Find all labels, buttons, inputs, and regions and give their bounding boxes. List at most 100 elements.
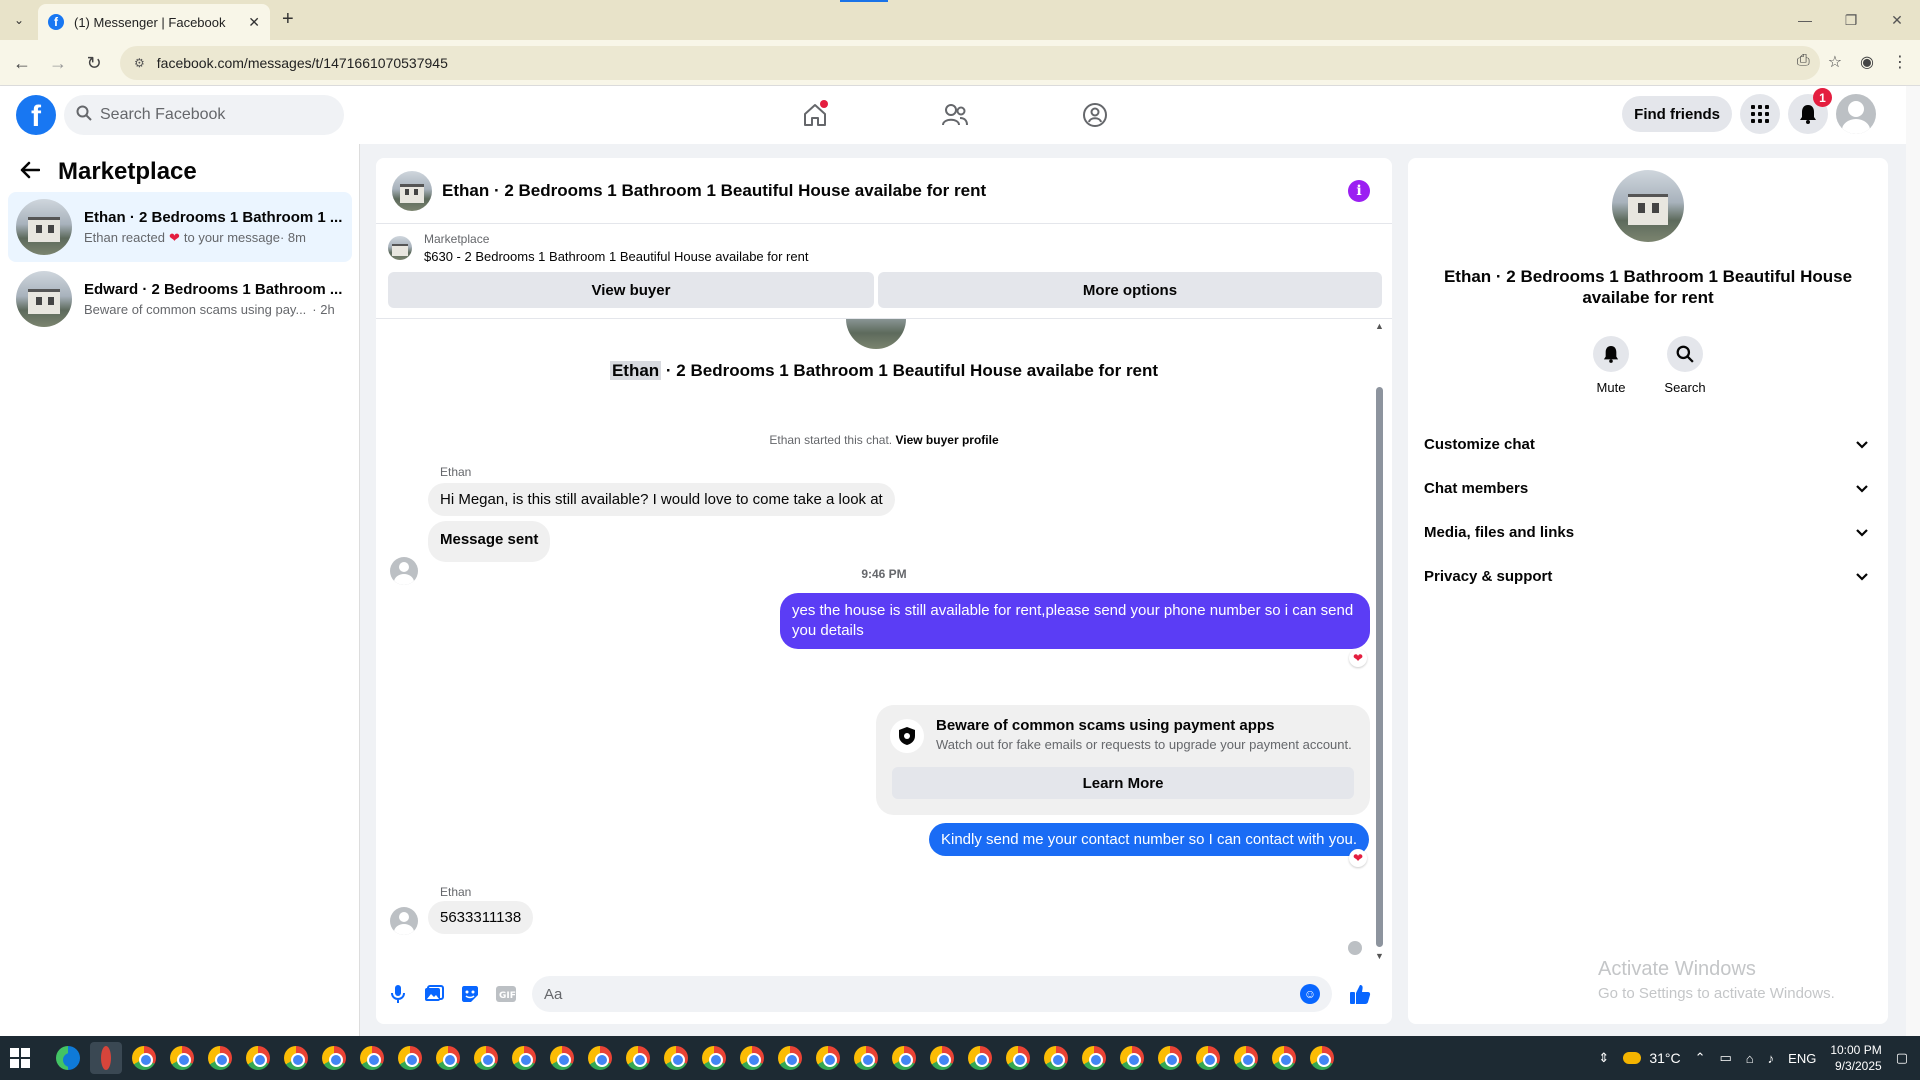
forward-arrow-icon[interactable]: → xyxy=(46,51,70,75)
weather-widget[interactable]: 31°C xyxy=(1623,1050,1681,1066)
chrome-icon[interactable] xyxy=(242,1042,274,1074)
page-scrollbar[interactable] xyxy=(1906,86,1920,1036)
incoming-message[interactable]: 5633311138 xyxy=(428,901,534,934)
sender-avatar[interactable] xyxy=(390,907,418,935)
scroll-up-icon[interactable]: ▲ xyxy=(1375,321,1384,331)
menu-grid-icon[interactable] xyxy=(1740,94,1780,134)
conversation-item-edward[interactable]: Edward · 2 Bedrooms 1 Bathroom ... Bewar… xyxy=(8,264,352,334)
url-field[interactable]: ⚙ facebook.com/messages/t/14716610705379… xyxy=(120,46,1820,80)
heart-reaction-icon[interactable]: ❤ xyxy=(1349,849,1367,867)
chrome-icon[interactable] xyxy=(584,1042,616,1074)
chrome-icon[interactable] xyxy=(660,1042,692,1074)
chrome-icon[interactable] xyxy=(128,1042,160,1074)
chrome-icon[interactable] xyxy=(546,1042,578,1074)
chrome-icon[interactable] xyxy=(1078,1042,1110,1074)
incoming-message[interactable]: Hi Megan, is this still available? I wou… xyxy=(428,483,895,516)
browser-menu-icon[interactable]: ⋮ xyxy=(1892,52,1908,72)
chrome-icon[interactable] xyxy=(508,1042,540,1074)
chat-listing-thumbnail[interactable] xyxy=(392,170,432,211)
facebook-search-input[interactable]: Search Facebook xyxy=(64,95,344,135)
scroll-down-icon[interactable]: ▼ xyxy=(1375,951,1384,959)
edge-browser-icon[interactable] xyxy=(52,1042,84,1074)
find-friends-button[interactable]: Find friends xyxy=(1622,96,1732,132)
chat-members-section[interactable]: Chat members xyxy=(1424,466,1872,510)
thumbs-up-icon[interactable] xyxy=(1342,976,1378,1012)
sticker-icon[interactable] xyxy=(452,976,488,1012)
media-files-links-section[interactable]: Media, files and links xyxy=(1424,510,1872,554)
groups-icon[interactable] xyxy=(1060,86,1130,144)
scrollbar-thumb[interactable] xyxy=(1376,387,1383,947)
tray-chevron-up-icon[interactable]: ⌃ xyxy=(1695,1050,1706,1066)
info-icon[interactable]: i xyxy=(1348,180,1370,202)
chrome-icon[interactable] xyxy=(1154,1042,1186,1074)
chrome-icon[interactable] xyxy=(698,1042,730,1074)
emoji-icon[interactable]: ☺ xyxy=(1300,984,1320,1004)
notifications-bell-icon[interactable]: 1 xyxy=(1788,88,1832,134)
chrome-icon[interactable] xyxy=(280,1042,312,1074)
view-buyer-button[interactable]: View buyer xyxy=(388,272,874,308)
heart-reaction-icon[interactable]: ❤ xyxy=(1349,649,1367,667)
chrome-icon[interactable] xyxy=(926,1042,958,1074)
facebook-logo-icon[interactable]: f xyxy=(16,95,56,135)
back-arrow-icon[interactable] xyxy=(20,158,41,186)
tab-close-icon[interactable]: ✕ xyxy=(248,14,260,31)
more-options-button[interactable]: More options xyxy=(878,272,1382,308)
notification-center-icon[interactable]: ▢ xyxy=(1896,1050,1908,1066)
message-input[interactable]: Aa ☺ xyxy=(532,976,1332,1012)
chrome-icon[interactable] xyxy=(888,1042,920,1074)
chrome-icon[interactable] xyxy=(736,1042,768,1074)
home-icon[interactable] xyxy=(780,86,850,144)
new-tab-icon[interactable]: + xyxy=(282,8,294,31)
volume-icon[interactable]: ♪ xyxy=(1768,1051,1775,1066)
chrome-icon[interactable] xyxy=(470,1042,502,1074)
taskbar-scroll-icon[interactable]: ⇕ xyxy=(1598,1050,1609,1066)
outgoing-message[interactable]: Kindly send me your contact number so I … xyxy=(929,823,1370,856)
taskbar-clock[interactable]: 10:00 PM 9/3/2025 xyxy=(1830,1042,1881,1074)
view-buyer-profile-link[interactable]: View buyer profile xyxy=(895,433,998,447)
pinned-app-icon[interactable] xyxy=(90,1042,122,1074)
chrome-icon[interactable] xyxy=(850,1042,882,1074)
restore-icon[interactable]: ❐ xyxy=(1828,0,1874,40)
browser-tab-messenger[interactable]: f (1) Messenger | Facebook ✕ xyxy=(38,4,270,40)
network-icon[interactable]: ⌂ xyxy=(1746,1051,1754,1066)
site-info-icon[interactable]: ⚙ xyxy=(134,56,145,70)
reload-icon[interactable]: ↻ xyxy=(82,51,106,75)
privacy-support-section[interactable]: Privacy & support xyxy=(1424,554,1872,598)
customize-chat-section[interactable]: Customize chat xyxy=(1424,422,1872,466)
outgoing-message[interactable]: yes the house is still available for ren… xyxy=(780,593,1370,649)
install-app-icon[interactable]: ⎙ xyxy=(1797,52,1810,72)
chrome-icon[interactable] xyxy=(1268,1042,1300,1074)
chrome-icon[interactable] xyxy=(1306,1042,1338,1074)
message-scrollbar[interactable]: ▲ ▼ xyxy=(1374,321,1384,959)
chrome-icon[interactable] xyxy=(166,1042,198,1074)
search-button[interactable]: Search xyxy=(1664,336,1706,395)
chrome-icon[interactable] xyxy=(774,1042,806,1074)
language-indicator[interactable]: ENG xyxy=(1788,1051,1816,1066)
bookmark-star-icon[interactable]: ☆ xyxy=(1828,52,1842,72)
chrome-icon[interactable] xyxy=(1230,1042,1262,1074)
mute-button[interactable]: Mute xyxy=(1591,336,1631,395)
photo-icon[interactable] xyxy=(416,976,452,1012)
chrome-icon[interactable] xyxy=(394,1042,426,1074)
gif-icon[interactable]: GIF xyxy=(488,976,524,1012)
chrome-icon[interactable] xyxy=(318,1042,350,1074)
chrome-icon[interactable] xyxy=(204,1042,236,1074)
chrome-icon[interactable] xyxy=(356,1042,388,1074)
back-arrow-icon[interactable]: ← xyxy=(10,51,34,75)
chrome-icon[interactable] xyxy=(1192,1042,1224,1074)
close-window-icon[interactable]: ✕ xyxy=(1874,0,1920,40)
learn-more-button[interactable]: Learn More xyxy=(892,767,1354,799)
account-avatar[interactable] xyxy=(1836,94,1876,134)
incoming-message[interactable]: Message sent xyxy=(428,521,551,562)
profile-icon[interactable]: ◉ xyxy=(1860,52,1874,72)
tray-app-icon[interactable]: ▭ xyxy=(1720,1050,1732,1066)
chat-title[interactable]: Ethan · 2 Bedrooms 1 Bathroom 1 Beautifu… xyxy=(442,181,986,201)
minimize-icon[interactable]: — xyxy=(1782,0,1828,40)
microphone-icon[interactable] xyxy=(380,976,416,1012)
chrome-icon[interactable] xyxy=(964,1042,996,1074)
chrome-icon[interactable] xyxy=(432,1042,464,1074)
chrome-icon[interactable] xyxy=(1002,1042,1034,1074)
chrome-icon[interactable] xyxy=(1116,1042,1148,1074)
chrome-icon[interactable] xyxy=(622,1042,654,1074)
chrome-icon[interactable] xyxy=(812,1042,844,1074)
